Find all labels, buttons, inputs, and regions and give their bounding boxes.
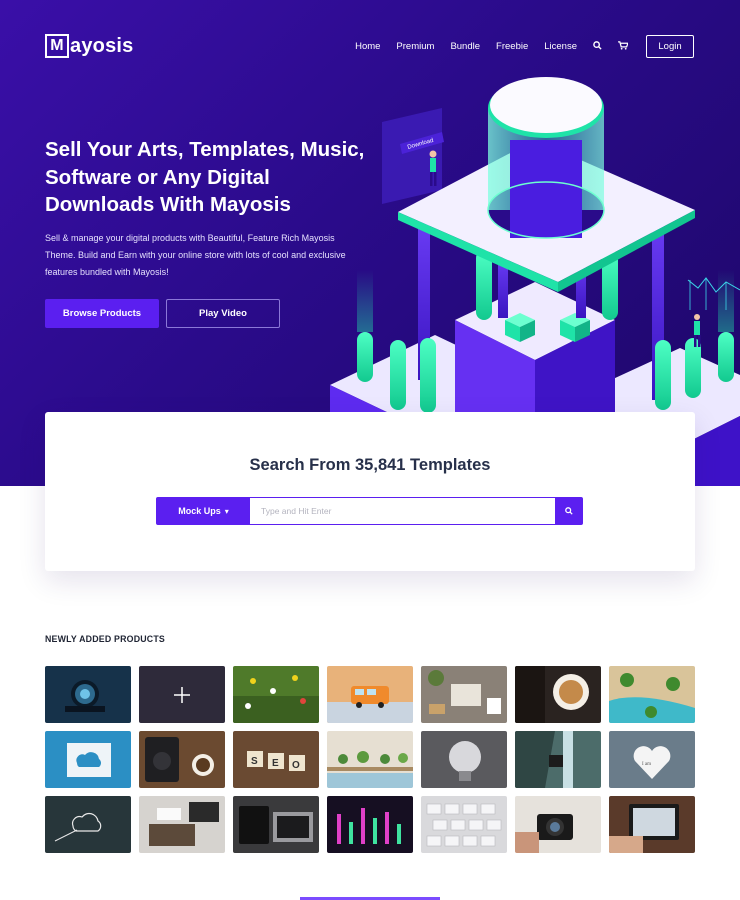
nav-license[interactable]: License (544, 36, 577, 58)
login-button[interactable]: Login (646, 35, 694, 58)
product-thumb-cactus-shelf[interactable] (327, 731, 413, 788)
chevron-down-icon: ▾ (224, 506, 229, 516)
product-thumb-camera-lens[interactable] (45, 666, 131, 723)
product-grid: S E O I am (45, 666, 695, 853)
product-thumb-laptop-desk[interactable] (139, 796, 225, 853)
product-thumb-coffee-cup[interactable] (515, 666, 601, 723)
browse-products-button[interactable]: Browse Products (45, 299, 159, 328)
category-label: Mock Ups (178, 506, 221, 516)
product-thumb-speaker-coffee[interactable] (139, 731, 225, 788)
product-thumb-seo-tiles[interactable]: SEO (233, 731, 319, 788)
product-thumb-heart-tag[interactable]: I am (609, 731, 695, 788)
product-thumb-wildflowers[interactable] (233, 666, 319, 723)
svg-text:O: O (292, 760, 300, 771)
search-input[interactable] (250, 498, 555, 524)
brand-logo[interactable]: M ayosis (45, 34, 133, 58)
search-icon (564, 507, 573, 515)
search-card: Search From 35,841 Templates Mock Ups ▾ (45, 412, 695, 571)
hero-subtitle: Sell & manage your digital products with… (45, 233, 346, 277)
logo-text: ayosis (70, 34, 134, 57)
cart-icon[interactable] (618, 36, 629, 58)
logo-mark: M (45, 34, 69, 58)
category-dropdown[interactable]: Mock Ups ▾ (157, 498, 250, 524)
product-thumb-tablet-hand[interactable] (609, 796, 695, 853)
search-icon[interactable] (593, 36, 602, 58)
search-submit-button[interactable] (555, 498, 582, 524)
product-thumb-beach-palms[interactable] (609, 666, 695, 723)
newly-added-title: NEWLY ADDED PRODUCTS (45, 634, 165, 644)
search-bar: Mock Ups ▾ (156, 497, 583, 525)
search-title: Search From 35,841 Templates (249, 456, 491, 474)
product-thumb-camera-hand[interactable] (515, 796, 601, 853)
svg-text:E: E (272, 758, 279, 769)
product-thumb-tablet-laptop[interactable] (233, 796, 319, 853)
main-nav: Home Premium Bundle Freebie License Logi… (339, 35, 694, 58)
nav-premium[interactable]: Premium (396, 36, 434, 58)
svg-text:S: S (251, 756, 258, 767)
nav-freebie[interactable]: Freebie (496, 36, 528, 58)
play-video-button[interactable]: Play Video (166, 299, 280, 328)
product-thumb-cloud-paper[interactable] (45, 731, 131, 788)
product-thumb-sound-mixer[interactable] (327, 796, 413, 853)
product-thumb-chalk-cloud[interactable] (45, 796, 131, 853)
product-thumb-desk-flatlay[interactable] (421, 666, 507, 723)
nav-bundle[interactable]: Bundle (450, 36, 480, 58)
product-thumb-toy-van[interactable] (327, 666, 413, 723)
hero-title: Sell Your Arts, Templates, Music, Softwa… (45, 138, 365, 216)
svg-text:I am: I am (642, 762, 651, 767)
product-thumb-add-new[interactable] (139, 666, 225, 723)
product-thumb-keyboard[interactable] (421, 796, 507, 853)
product-thumb-camera-waterfall[interactable] (515, 731, 601, 788)
product-thumb-light-bulb[interactable] (421, 731, 507, 788)
nav-home[interactable]: Home (355, 36, 380, 58)
